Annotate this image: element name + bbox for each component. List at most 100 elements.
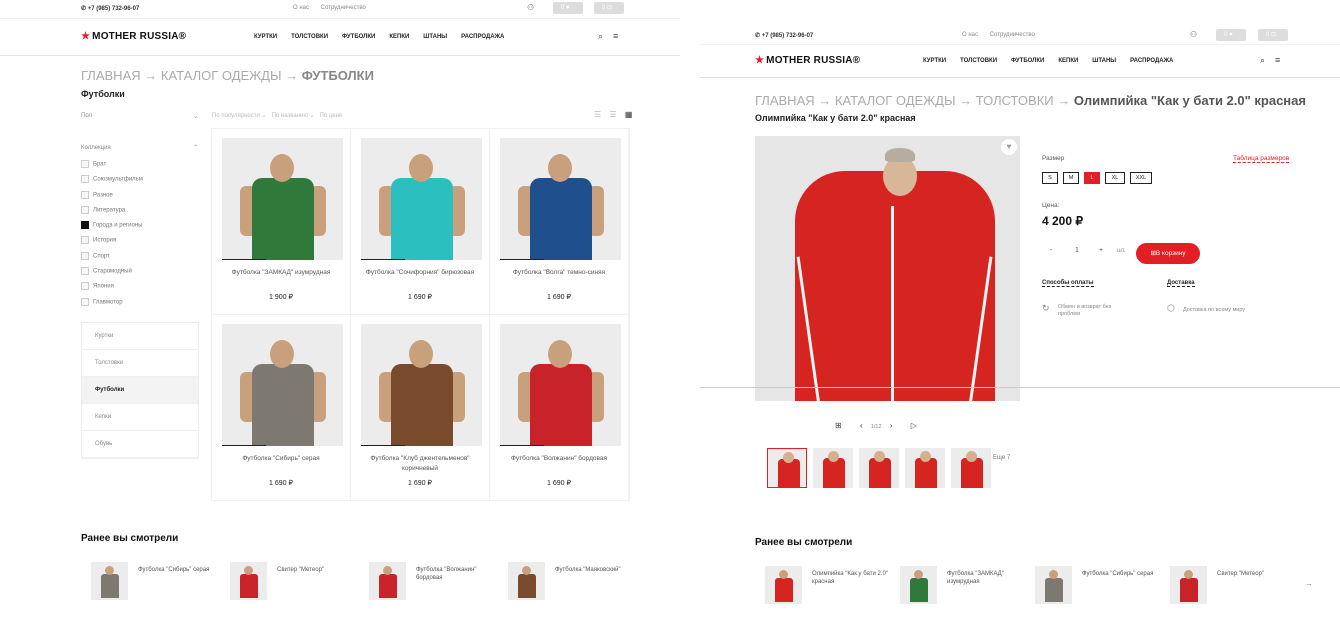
gallery-thumbnail[interactable] [767,448,807,488]
product-card[interactable]: Футболка "Волга" темно-синяя 1 690 ₽ [490,129,629,315]
product-card[interactable]: Футболка "Сочифорния" бирюзовая 1 690 ₽ [351,129,490,315]
collection-checkbox[interactable]: Города и регионы [81,221,201,236]
collection-checkbox[interactable]: Старомодный [81,267,201,282]
product-card[interactable]: Футболка "ЗАМКАД" изумрудная 1 900 ₽ [212,129,351,315]
phone-number[interactable]: ✆ +7 (985) 732-96-07 [755,32,813,39]
recent-thumbnail[interactable] [369,562,406,600]
nav-jackets[interactable]: КУРТКИ [923,58,946,64]
checkbox-icon[interactable] [81,175,89,184]
product-card[interactable]: Футболка "Волжанин" бордовая 1 690 ₽ [490,315,629,501]
nav-hoodies[interactable]: ТОЛСТОВКИ [291,34,328,40]
recent-name[interactable]: Олимпийка "Как у бати 2.0" красная [812,570,892,586]
search-icon[interactable]: ⌕ [1260,55,1265,65]
crumb-home[interactable]: ГЛАВНАЯ [81,68,141,83]
recent-item[interactable]: Свитер "Метеор" [1170,566,1300,608]
logo[interactable]: ★ MOTHER RUSSIA® [755,55,860,66]
search-icon[interactable]: ⌕ [598,31,603,41]
favorites-button[interactable]: 0 ♥ [553,2,583,14]
collection-checkbox[interactable]: Разное [81,190,201,206]
nav-sale[interactable]: РАСПРОДАЖА [1130,58,1173,64]
category-item[interactable]: Куртки [82,323,198,350]
nav-caps[interactable]: КЕПКИ [1058,58,1078,64]
recent-thumbnail[interactable] [508,562,545,600]
nav-sale[interactable]: РАСПРОДАЖА [461,34,504,40]
collection-checkbox[interactable]: Япония [81,282,201,297]
payment-methods-link[interactable]: Способы оплаты [1042,280,1094,287]
category-item[interactable]: Обувь [82,431,198,458]
checkbox-icon[interactable] [81,190,89,199]
collection-checkbox[interactable]: Спорт [81,251,201,267]
recent-item[interactable]: Футболка "Маяковский" [508,562,638,604]
compact-view-icon[interactable]: ☰ [609,110,616,119]
crumb-catalog[interactable]: КАТАЛОГ ОДЕЖДЫ [835,93,956,108]
cooperation-link[interactable]: Сотрудничество [990,32,1035,38]
recent-name[interactable]: Футболка "Маяковский" [555,566,635,574]
recent-name[interactable]: Футболка "ЗАМКАД" изумрудная [947,570,1027,586]
product-image[interactable] [500,138,621,260]
product-image[interactable] [222,324,343,446]
recent-item[interactable]: Олимпийка "Как у бати 2.0" красная [765,566,895,608]
gallery-thumbnail[interactable] [859,448,899,488]
user-icon[interactable]: ⚇ [1190,30,1197,39]
recent-name[interactable]: Футболка "Сибирь" серая [1082,570,1162,578]
add-to-cart-button[interactable]: ⊞В корзину [1136,243,1200,264]
size-option[interactable]: XL [1105,172,1125,184]
more-thumbs[interactable]: Еще 7 [993,455,1010,461]
sort-name[interactable]: По названию [272,113,308,119]
qty-plus-button[interactable]: + [1099,247,1103,254]
delivery-link[interactable]: Доставка [1167,280,1195,287]
checkbox-icon[interactable] [81,282,89,291]
cooperation-link[interactable]: Сотрудничество [321,5,366,11]
size-option[interactable]: S [1042,172,1058,184]
product-image[interactable] [361,138,482,260]
chevron-up-icon[interactable]: ⌃ [193,144,198,151]
product-name[interactable]: Футболка "Клуб джентельменов" коричневый [359,454,481,474]
recent-item[interactable]: Футболка "ЗАМКАД" изумрудная [900,566,1030,608]
product-image[interactable] [361,324,482,446]
nav-hoodies[interactable]: ТОЛСТОВКИ [960,58,997,64]
nav-tshirts[interactable]: ФУТБОЛКИ [1011,58,1044,64]
product-main-image[interactable]: ♥ [755,136,1020,401]
favorites-button[interactable]: 0 ♥ [1216,29,1246,41]
product-name[interactable]: Футболка "Волга" темно-синяя [498,268,620,278]
recent-thumbnail[interactable] [1035,566,1072,604]
product-name[interactable]: Футболка "ЗАМКАД" изумрудная [220,268,342,278]
arrow-right-icon[interactable]: → [1305,579,1313,588]
recent-item[interactable]: Свитер "Метеор" [230,562,360,604]
nav-pants[interactable]: ШТАНЫ [423,34,447,40]
size-option[interactable]: XXL [1130,172,1152,184]
nav-tshirts[interactable]: ФУТБОЛКИ [342,34,375,40]
nav-pants[interactable]: ШТАНЫ [1092,58,1116,64]
size-option[interactable]: L [1084,172,1100,184]
grid-view-icon[interactable]: ▦ [625,110,633,119]
chevron-right-icon[interactable]: › [890,421,893,430]
product-name[interactable]: Футболка "Волжанин" бордовая [498,454,620,464]
heart-icon[interactable]: ♥ [1001,139,1017,155]
product-card[interactable]: Футболка "Клуб джентельменов" коричневый… [351,315,490,501]
recent-name[interactable]: Свитер "Метеор" [277,566,357,574]
recent-item[interactable]: Футболка "Волжанин" бордовая [369,562,499,604]
sort-popularity[interactable]: По популярности [212,113,260,119]
chevron-down-icon[interactable]: ⌄ [193,113,198,120]
qty-minus-button[interactable]: - [1050,247,1052,254]
crumb-home[interactable]: ГЛАВНАЯ [755,93,815,108]
play-icon[interactable]: ▷ [911,421,917,430]
checkbox-icon[interactable] [81,236,89,245]
recent-name[interactable]: Футболка "Волжанин" бордовая [416,566,496,582]
phone-number[interactable]: ✆ +7 (985) 732-96-07 [81,5,139,12]
crumb-hoodies[interactable]: ТОЛСТОВКИ [976,93,1054,108]
user-icon[interactable]: ⚇ [527,3,534,12]
recent-item[interactable]: Футболка "Сибирь" серая [91,562,221,604]
gender-filter[interactable]: Пол [81,113,92,119]
chevron-left-icon[interactable]: ‹ [860,421,863,430]
gallery-thumbnail[interactable] [951,448,991,488]
nav-jackets[interactable]: КУРТКИ [254,34,277,40]
list-view-icon[interactable]: ☰ [594,110,601,119]
product-name[interactable]: Футболка "Сочифорния" бирюзовая [359,268,481,278]
logo[interactable]: ★ MOTHER RUSSIA® [81,31,186,42]
recent-item[interactable]: Футболка "Сибирь" серая [1035,566,1165,608]
checkbox-checked-icon[interactable] [81,221,89,230]
checkbox-icon[interactable] [81,205,89,214]
crumb-catalog[interactable]: КАТАЛОГ ОДЕЖДЫ [161,68,282,83]
checkbox-icon[interactable] [81,251,89,260]
